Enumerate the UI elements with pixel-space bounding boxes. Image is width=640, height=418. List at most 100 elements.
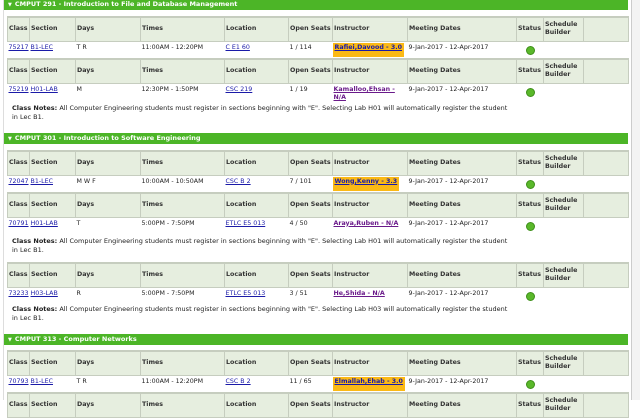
schedule-builder-cell[interactable]	[544, 287, 584, 303]
days: M	[76, 85, 82, 93]
open-seats-cell: 1 / 19	[289, 83, 333, 104]
schedule-builder-cell[interactable]	[544, 217, 584, 233]
column-header: Instructor	[332, 192, 408, 218]
class-notes: Class Notes: All Computer Engineering st…	[12, 237, 512, 254]
column-header: Schedule Builder	[543, 350, 584, 376]
class-notes-label: Class Notes:	[12, 104, 58, 112]
meeting-dates: 9-Jan-2017 - 12-Apr-2017	[408, 289, 489, 297]
class-number-cell: 75219	[8, 83, 30, 104]
section-link[interactable]: B1-LEC	[31, 178, 53, 185]
meeting-dates-cell: 9-Jan-2017 - 12-Apr-2017	[408, 375, 517, 391]
table-row: 75217 B1-LEC T R 11:00AM - 12:20PM C E1 60 1 …	[8, 41, 629, 57]
instructor-link[interactable]: Rafiei,Davood - 3.0	[335, 44, 402, 51]
times: 5:00PM - 7:50PM	[141, 289, 195, 297]
schedule-builder-cell[interactable]	[544, 83, 584, 104]
open-seats: 7 / 101	[289, 177, 312, 185]
open-seats-cell: 11 / 65	[289, 375, 333, 391]
meeting-dates: 9-Jan-2017 - 12-Apr-2017	[408, 219, 489, 227]
collapse-triangle-icon[interactable]: ▼	[8, 136, 12, 142]
location-link[interactable]: ETLC E5 013	[226, 220, 266, 227]
location-link[interactable]: CSC B 2	[226, 378, 251, 385]
location-link[interactable]: ETLC E5 013	[226, 290, 266, 297]
section-link[interactable]: H01-LAB	[31, 220, 58, 227]
collapse-triangle-icon[interactable]: ▼	[8, 337, 12, 343]
instructor-rating-highlight: Wong,Kenny - 3.3	[332, 176, 400, 191]
location-link[interactable]: CSC 219	[226, 86, 253, 93]
column-header: Days	[75, 58, 141, 84]
column-header: Status	[516, 392, 544, 418]
column-header	[583, 150, 629, 176]
column-header: Section	[29, 192, 76, 218]
meeting-dates-cell: 9-Jan-2017 - 12-Apr-2017	[408, 83, 517, 104]
location-link[interactable]: C E1 60	[226, 44, 250, 51]
column-header: Status	[516, 262, 544, 288]
class-number-link[interactable]: 72047	[9, 178, 29, 185]
section-link[interactable]: H03-LAB	[31, 290, 58, 297]
open-seats: 4 / 50	[289, 219, 308, 227]
course-header-1[interactable]: ▼ CMPUT 301 - Introduction to Software En…	[4, 133, 628, 144]
column-header: Days	[75, 192, 141, 218]
course-header-2[interactable]: ▼ CMPUT 313 - Computer Networks	[4, 334, 628, 345]
collapse-triangle-icon[interactable]: ▼	[8, 2, 12, 8]
open-seats: 1 / 19	[289, 85, 308, 93]
class-number-link[interactable]: 70793	[9, 378, 29, 385]
instructor-link[interactable]: Kamalloo,Ehsan - N/A	[334, 86, 395, 101]
section-link[interactable]: B1-LEC	[31, 44, 53, 51]
meeting-dates-cell: 9-Jan-2017 - 12-Apr-2017	[408, 287, 517, 303]
column-header: Times	[140, 350, 225, 376]
section-cell: H03-LAB	[30, 287, 76, 303]
open-seats-cell: 3 / 51	[289, 287, 333, 303]
column-header: Open Seats	[288, 350, 333, 376]
section-link[interactable]: B1-LEC	[31, 378, 53, 385]
status-cell	[517, 375, 544, 391]
status-open-icon	[525, 87, 535, 97]
status-cell	[517, 41, 544, 57]
instructor-cell: Araya,Ruben - N/A	[333, 217, 408, 233]
days-cell: M W F	[76, 175, 141, 191]
instructor-link[interactable]: He,Shida - N/A	[334, 290, 385, 297]
column-header: Instructor	[332, 150, 408, 176]
days-cell: M	[76, 83, 141, 104]
column-header: Instructor	[332, 58, 408, 84]
open-seats-cell: 1 / 114	[289, 41, 333, 57]
meeting-dates: 9-Jan-2017 - 12-Apr-2017	[408, 177, 489, 185]
column-header: Location	[224, 262, 289, 288]
empty-cell	[584, 41, 629, 57]
class-number-link[interactable]: 75219	[9, 86, 29, 93]
schedule-builder-cell[interactable]	[544, 41, 584, 57]
status-open-icon	[525, 291, 535, 301]
class-notes-label: Class Notes:	[12, 305, 58, 313]
column-header	[583, 392, 629, 418]
column-header: Section	[29, 392, 76, 418]
section-cell: H01-LAB	[30, 83, 76, 104]
column-header: Meeting Dates	[407, 350, 517, 376]
instructor-link[interactable]: Araya,Ruben - N/A	[334, 220, 399, 227]
scrollbar[interactable]	[632, 0, 640, 400]
instructor-link[interactable]: Wong,Kenny - 3.3	[335, 178, 398, 185]
column-header: Section	[29, 262, 76, 288]
class-number-link[interactable]: 70791	[9, 220, 29, 227]
schedule-builder-cell[interactable]	[544, 175, 584, 191]
column-header: Section	[29, 150, 76, 176]
instructor-link[interactable]: Elmallah,Ehab - 3.0	[335, 378, 403, 385]
column-header: Meeting Dates	[407, 16, 517, 42]
days: T R	[76, 43, 87, 51]
class-notes: Class Notes: All Computer Engineering st…	[12, 104, 512, 121]
column-header: Status	[516, 16, 544, 42]
days-cell: T R	[76, 41, 141, 57]
location-link[interactable]: CSC B 2	[226, 178, 251, 185]
column-header: Location	[224, 392, 289, 418]
column-header: Class	[7, 262, 30, 288]
times: 12:30PM - 1:50PM	[141, 85, 199, 93]
instructor-cell: Wong,Kenny - 3.3	[332, 175, 408, 191]
schedule-builder-cell[interactable]	[544, 375, 584, 391]
class-number-link[interactable]: 75217	[9, 44, 29, 51]
course-header-0[interactable]: ▼ CMPUT 291 - Introduction to File and Da…	[4, 0, 628, 10]
column-header: Times	[140, 262, 225, 288]
column-header: Status	[516, 350, 544, 376]
class-number-link[interactable]: 73233	[9, 290, 29, 297]
days-cell: T R	[76, 375, 141, 391]
meeting-dates-cell: 9-Jan-2017 - 12-Apr-2017	[408, 175, 517, 191]
column-header: Schedule Builder	[543, 262, 584, 288]
section-link[interactable]: H01-LAB	[31, 86, 58, 93]
